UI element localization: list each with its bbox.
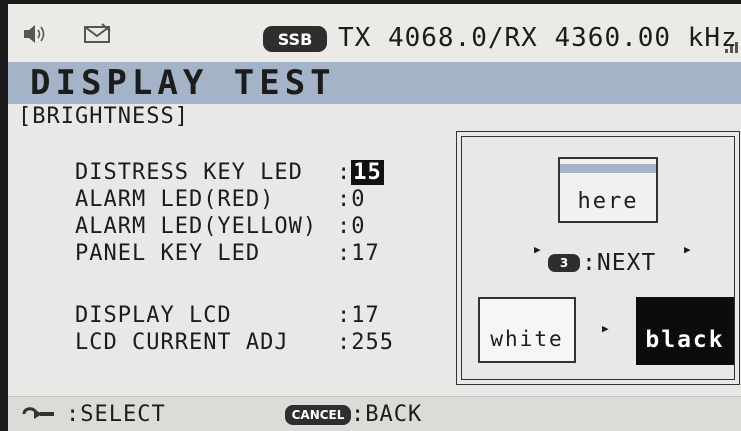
preview-panel-inner: here ▶ 3 :NEXT ▶ white ▶ black [461,136,735,380]
frequency-readout: TX 4068.0/RX 4360.00 kHz [338,23,738,53]
arrow-right-icon: ▶ [534,243,541,256]
setting-value: 17 [351,241,380,266]
status-bar: SSB TX 4068.0/RX 4360.00 kHz [8,4,741,62]
arrow-right-icon: ▶ [602,322,609,335]
black-label: black [645,327,725,353]
envelope-icon [82,22,114,50]
speaker-icon [22,22,48,50]
next-hint: 3 :NEXT [548,250,656,276]
screen: SSB TX 4068.0/RX 4360.00 kHz DISPLAY TES… [8,4,741,431]
back-hint: :BACK [351,402,423,427]
title-bar: DISPLAY TEST [8,62,741,104]
white-label: white [490,327,564,351]
white-preview-box: white [478,297,576,363]
arrow-right-icon: ▶ [684,243,691,256]
here-label: here [577,189,639,214]
next-label: :NEXT [582,250,657,276]
signal-bars-icon [724,38,740,57]
section-heading: [BRIGHTNESS] [18,104,189,129]
mode-badge: SSB [263,26,327,52]
key-3-icon: 3 [548,254,580,272]
black-preview-box: black [636,297,734,365]
page-title: DISPLAY TEST [30,63,336,103]
cancel-key-icon: CANCEL [285,405,351,425]
here-preview-box: here [558,157,658,223]
setting-row-lcd-current-adj[interactable]: LCD CURRENT ADJ:255 [18,305,394,380]
enter-key-icon [20,403,58,429]
setting-label: PANEL KEY LED [74,241,261,266]
select-hint: :SELECT [66,402,166,427]
here-title-strip [560,164,656,173]
setting-value: 255 [351,330,394,355]
setting-label: LCD CURRENT ADJ [74,330,289,355]
footer-bar: :SELECT CANCEL :BACK [8,396,741,431]
preview-panel: here ▶ 3 :NEXT ▶ white ▶ black [456,131,740,385]
